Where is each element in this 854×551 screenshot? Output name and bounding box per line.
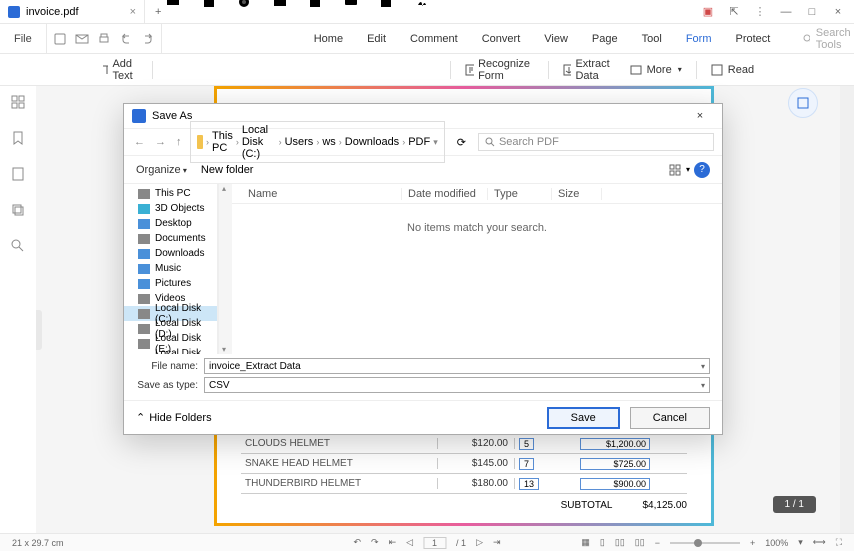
folder-icon (138, 189, 150, 199)
help-icon[interactable]: ? (694, 162, 710, 178)
dialog-body: This PC 3D Objects Desktop Documents Downloa… (124, 184, 722, 354)
tree-label: This PC (155, 188, 191, 199)
save-as-dialog: Save As × ← → ↑ ›This PC ›Local Disk (C:… (123, 103, 723, 435)
view-mode-icon[interactable] (668, 163, 682, 177)
tree-item[interactable]: Desktop (124, 216, 217, 231)
tree-label: 3D Objects (155, 203, 204, 214)
tree-item[interactable]: Pictures (124, 276, 217, 291)
up-icon[interactable]: ↑ (174, 136, 184, 148)
bc-segment[interactable]: ws (322, 136, 335, 148)
tree-label: Documents (155, 233, 206, 244)
col-type[interactable]: Type (488, 188, 552, 200)
folder-icon (197, 135, 204, 149)
filename-input[interactable]: invoice_Extract Data (204, 358, 710, 374)
tree-label: Downloads (155, 248, 204, 259)
folder-icon (138, 234, 150, 244)
chevron-up-icon: ⌃ (136, 411, 145, 424)
folder-icon (138, 204, 150, 214)
view-dropdown-icon[interactable]: ▾ (686, 165, 690, 174)
filename-label: File name: (136, 361, 204, 372)
tree-item[interactable]: Downloads (124, 246, 217, 261)
folder-tree: This PC 3D Objects Desktop Documents Downloa… (124, 184, 218, 354)
column-headers: Name Date modified Type Size (232, 184, 722, 204)
folder-icon (138, 249, 150, 259)
forward-icon[interactable]: → (153, 136, 168, 148)
empty-message: No items match your search. (232, 204, 722, 354)
new-folder-button[interactable]: New folder (201, 164, 254, 176)
search-placeholder: Search PDF (499, 136, 559, 148)
tree-item[interactable]: This PC (124, 186, 217, 201)
hide-folders-button[interactable]: ⌃ Hide Folders (136, 411, 212, 424)
app-icon (132, 109, 146, 123)
col-size[interactable]: Size (552, 188, 602, 200)
dialog-backdrop: Save As × ← → ↑ ›This PC ›Local Disk (C:… (0, 0, 854, 551)
savetype-label: Save as type: (136, 380, 204, 391)
tree-item[interactable]: Music (124, 261, 217, 276)
folder-icon (138, 219, 150, 229)
back-icon[interactable]: ← (132, 136, 147, 148)
tree-scrollbar[interactable] (218, 184, 232, 354)
tree-item[interactable]: 3D Objects (124, 201, 217, 216)
folder-icon (138, 309, 150, 319)
bc-segment[interactable]: This PC (212, 130, 233, 154)
bc-segment[interactable]: Downloads (345, 136, 399, 148)
hide-folders-label: Hide Folders (149, 412, 211, 424)
folder-icon (138, 264, 150, 274)
dialog-nav: ← → ↑ ›This PC ›Local Disk (C:) ›Users ›… (124, 128, 722, 156)
dialog-title: Save As (152, 110, 192, 122)
folder-icon (138, 279, 150, 289)
folder-icon (138, 324, 150, 334)
tree-label: Pictures (155, 278, 191, 289)
file-list: Name Date modified Type Size No items ma… (232, 184, 722, 354)
save-button[interactable]: Save (547, 407, 620, 429)
savetype-select[interactable]: CSV (204, 377, 710, 393)
folder-icon (138, 339, 150, 349)
cancel-button[interactable]: Cancel (630, 407, 710, 429)
dialog-toolbar: Organize New folder ▾ ? (124, 156, 722, 184)
bc-segment[interactable]: Users (285, 136, 314, 148)
refresh-icon[interactable]: ⟳ (451, 136, 472, 149)
search-input[interactable]: Search PDF (478, 133, 714, 151)
bc-segment[interactable]: PDF (408, 136, 430, 148)
col-date[interactable]: Date modified (402, 188, 488, 200)
dialog-footer: ⌃ Hide Folders Save Cancel (124, 400, 722, 434)
dialog-close-button[interactable]: × (686, 110, 714, 122)
tree-item[interactable]: Documents (124, 231, 217, 246)
organize-button[interactable]: Organize (136, 164, 187, 176)
col-name[interactable]: Name (242, 188, 402, 200)
tree-label: Music (155, 263, 181, 274)
dialog-fields: File name: invoice_Extract Data Save as … (124, 354, 722, 400)
folder-icon (138, 294, 150, 304)
tree-label: Desktop (155, 218, 192, 229)
bc-segment[interactable]: Local Disk (C:) (242, 124, 276, 160)
